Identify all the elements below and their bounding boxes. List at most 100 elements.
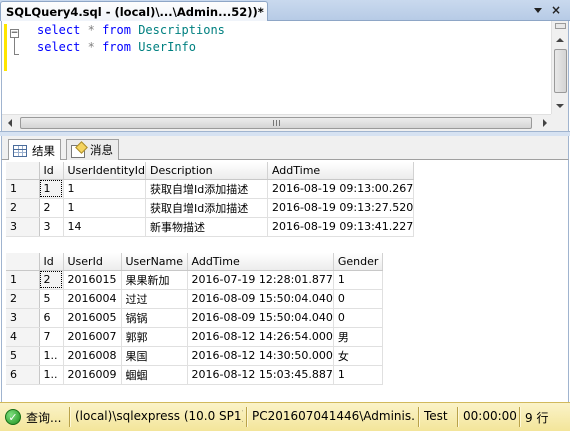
table-row[interactable]: 6 1.. 2016009 蝈蝈 2016-08-12 15:03:45.887… [6,365,383,385]
table-row[interactable]: 1 2 2016015 果果新加 2016-07-19 12:28:01.877… [6,270,383,290]
result-grid-2[interactable]: Id UserId UserName AddTime Gender 1 2 20… [6,253,383,385]
grid-cell[interactable]: 6 [39,308,64,328]
query-status: 查询... [26,411,62,425]
grid-cell[interactable]: 2016-08-19 09:13:27.520 [267,198,415,218]
scroll-down-icon[interactable] [552,97,568,114]
elapsed-time: 00:00:00 [463,409,517,423]
grid-cell[interactable]: 2016008 [63,346,122,366]
grid-cell[interactable]: 0 [333,289,383,309]
grid-cell[interactable]: 1.. [39,346,64,366]
tab-messages[interactable]: 消息 [66,139,119,160]
database-name: Test [424,409,448,423]
row-number[interactable]: 1 [6,270,40,290]
scroll-up-icon[interactable] [552,31,568,48]
row-number[interactable]: 4 [6,327,40,347]
grid-cell[interactable]: 2016-07-19 12:28:01.877 [187,270,334,290]
grid-cell[interactable]: 2016-08-19 09:13:00.267 [267,179,415,199]
row-number[interactable]: 2 [6,198,40,218]
grid-cell[interactable]: 果果新加 [121,270,188,290]
grid-cell[interactable]: 2016-08-19 09:13:41.227 [267,217,415,237]
row-number[interactable]: 3 [6,308,40,328]
server-info: (local)\sqlexpress (10.0 SP1) [75,409,243,423]
column-header[interactable]: AddTime [187,253,334,271]
grid-cell[interactable]: 2 [39,270,64,290]
table-row[interactable]: 4 7 2016007 郭郭 2016-08-12 14:26:54.000 男 [6,327,383,347]
row-number[interactable]: 3 [6,217,40,237]
row-count: 9 行 [525,411,549,425]
vertical-scroll-thumb[interactable] [554,49,567,93]
row-number[interactable]: 5 [6,346,40,366]
horizontal-scroll-thumb[interactable] [20,117,532,129]
document-tab-bar: SQLQuery4.sql - (local)\...\Admin...52))… [0,0,570,21]
table-row[interactable]: 2 5 2016004 过过 2016-08-09 15:50:04.040 0 [6,289,383,309]
column-header[interactable]: Id [39,162,64,180]
column-header[interactable]: UserName [121,253,188,271]
table-row[interactable]: 3 3 14 新事物描述 2016-08-19 09:13:41.227 [6,217,415,237]
grid-cell[interactable]: 2016009 [63,365,122,385]
grid-cell[interactable]: 7 [39,327,64,347]
grid-cell[interactable]: 2016-08-12 15:03:45.887 [187,365,334,385]
grid-cell[interactable]: 女 [333,346,383,366]
grid-cell[interactable]: 1.. [39,365,64,385]
table-row[interactable]: 3 6 2016005 锅锅 2016-08-09 15:50:04.040 0 [6,308,383,328]
window-position-dropdown-icon[interactable] [531,3,545,17]
grid-cell[interactable]: 2016-08-09 15:50:04.040 [187,289,334,309]
grid-cell[interactable]: 0 [333,308,383,328]
collapse-icon[interactable]: − [10,29,19,38]
grid-cell[interactable]: 1 [63,198,146,218]
grid-cell[interactable]: 2016007 [63,327,122,347]
status-divider [69,407,70,427]
grid-cell[interactable]: 2016-08-09 15:50:04.040 [187,308,334,328]
grid-cell[interactable]: 5 [39,289,64,309]
column-header[interactable]: UserIdentityId [63,162,146,180]
table-row[interactable]: 2 2 1 获取自增Id添加描述 2016-08-19 09:13:27.520 [6,198,415,218]
column-header[interactable]: Gender [333,253,383,271]
grid-cell[interactable]: 1 [333,270,383,290]
scroll-left-icon[interactable] [2,115,18,131]
table-row[interactable]: 1 1 1 获取自增Id添加描述 2016-08-19 09:13:00.267 [6,179,415,199]
row-header-corner[interactable] [6,253,40,271]
row-number[interactable]: 6 [6,365,40,385]
column-header[interactable]: Description [145,162,268,180]
split-handle[interactable] [555,23,566,29]
grid-cell[interactable]: 新事物描述 [145,217,268,237]
query-editor[interactable]: − select * from Descriptions select * fr… [1,21,569,131]
changed-lines-marker [4,24,7,71]
grid-cell[interactable]: 1 [333,365,383,385]
grid-cell[interactable]: 2016005 [63,308,122,328]
result-grid-1[interactable]: Id UserIdentityId Description AddTime 1 … [6,162,415,237]
grid-cell[interactable]: 1 [63,179,146,199]
grid-cell[interactable]: 蝈蝈 [121,365,188,385]
grid-cell[interactable]: 2 [39,198,64,218]
grid-cell[interactable]: 男 [333,327,383,347]
grid-cell[interactable]: 2016-08-12 14:26:54.000 [187,327,334,347]
code-line-1[interactable]: select * from Descriptions [37,23,225,37]
grid-cell[interactable]: 3 [39,217,64,237]
editor-vertical-scrollbar[interactable] [551,21,568,114]
grip-icon [272,120,280,126]
close-icon[interactable]: × [549,3,563,17]
column-header[interactable]: UserId [63,253,122,271]
grid-header-row: Id UserIdentityId Description AddTime [6,162,415,180]
table-row[interactable]: 5 1.. 2016008 果国 2016-08-12 14:30:50.000… [6,346,383,366]
document-tab[interactable]: SQLQuery4.sql - (local)\...\Admin...52))… [0,1,268,21]
editor-horizontal-scrollbar[interactable] [2,114,553,131]
grid-cell[interactable]: 2016015 [63,270,122,290]
row-number[interactable]: 1 [6,179,40,199]
grid-cell[interactable]: 郭郭 [121,327,188,347]
row-header-corner[interactable] [6,162,40,180]
row-number[interactable]: 2 [6,289,40,309]
grid-cell[interactable]: 果国 [121,346,188,366]
grid-cell[interactable]: 14 [63,217,146,237]
grid-cell[interactable]: 1 [39,179,64,199]
grid-cell[interactable]: 2016004 [63,289,122,309]
grid-cell[interactable]: 过过 [121,289,188,309]
grid-cell[interactable]: 获取自增Id添加描述 [145,198,268,218]
grid-cell[interactable]: 锅锅 [121,308,188,328]
tab-results[interactable]: 结果 [8,139,61,161]
column-header[interactable]: AddTime [267,162,415,180]
code-line-2[interactable]: select * from UserInfo [37,40,196,54]
grid-cell[interactable]: 获取自增Id添加描述 [145,179,268,199]
column-header[interactable]: Id [39,253,64,271]
grid-cell[interactable]: 2016-08-12 14:30:50.000 [187,346,334,366]
